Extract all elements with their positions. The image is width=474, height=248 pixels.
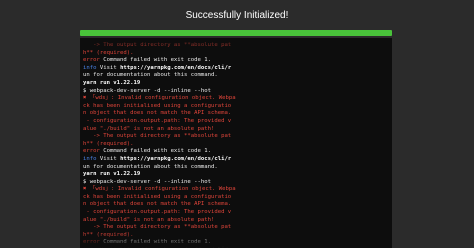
terminal-line: un for documentation about this command. [83,72,389,80]
terminal-line-segment: $ webpack-dev-server -d --inline --hot [83,87,211,94]
terminal-line: h** (required). [83,141,389,149]
terminal-line: ck has been initialised using a configur… [83,194,389,202]
terminal-output[interactable]: -> The output directory as **absolute pa… [80,38,392,248]
terminal-line-segment: Visit [96,155,121,162]
terminal-line: n object that does not match the API sch… [83,201,389,209]
terminal-line: alue "./build" is not an absolute path! [83,126,389,134]
terminal-line-segment: h** (required). [83,140,134,147]
terminal-line: -> The output directory as **absolute pa… [83,133,389,141]
terminal-line-segment: n object that does not match the API sch… [83,110,232,117]
terminal-line-segment: $ webpack-dev-server -d --inline --hot [83,178,211,185]
terminal-line-segment: ✖ 「wds」: Invalid configuration object. W… [83,95,236,102]
terminal-line: error Command failed with exit code 1. [83,239,389,247]
terminal-line-segment: Command failed with exit code 1. [99,148,211,155]
terminal-line-segment: - configuration.output.path: The provide… [83,209,232,216]
terminal-line: ✖ 「wds」: Invalid configuration object. W… [83,95,389,103]
terminal-line: - configuration.output.path: The provide… [83,118,389,126]
terminal-lines: -> The output directory as **absolute pa… [83,42,389,248]
terminal-line: yarn run v1.22.19 [83,80,389,88]
progress-bar [80,30,392,36]
terminal-line: error Command failed with exit code 1. [83,148,389,156]
terminal-line: h** (required). [83,50,389,58]
terminal-line-segment: info [83,64,97,71]
terminal-line-segment: Command failed with exit code 1. [99,57,211,64]
terminal-line-segment: -> The output directory as **absolute pa… [83,224,232,231]
terminal-line: error Command failed with exit code 1. [83,57,389,65]
terminal-line-segment: Command failed with exit code 1. [99,239,211,246]
terminal-line-segment: - configuration.output.path: The provide… [83,117,232,124]
terminal-line-segment: info [83,155,97,162]
terminal-line-segment: ck has been initialised using a configur… [83,193,232,200]
terminal-line: info Visit https://yarnpkg.com/en/docs/c… [83,156,389,164]
terminal-line: n object that does not match the API sch… [83,110,389,118]
terminal-line-segment: https://yarnpkg.com/en/docs/cli/r [120,155,232,162]
terminal-line-segment: error [83,148,100,155]
terminal-line: -> The output directory as **absolute pa… [83,42,389,50]
terminal-line-segment: https://yarnpkg.com/en/docs/cli/r [120,64,232,71]
terminal-line-segment: -> The output directory as **absolute pa… [83,133,232,140]
terminal-line-segment: error [83,239,100,246]
progress-bar-fill [80,30,392,36]
terminal-line-segment: ck has been initialised using a configur… [83,102,232,109]
terminal-line-segment: un for documentation about this command. [83,163,218,170]
terminal-line-segment: Visit [96,64,121,71]
terminal-line-segment: n object that does not match the API sch… [83,201,232,208]
terminal-line: -> The output directory as **absolute pa… [83,224,389,232]
terminal-line-segment: un for documentation about this command. [83,72,218,79]
terminal-line: h** (required). [83,232,389,240]
terminal-line-segment: ✖ 「wds」: Invalid configuration object. W… [83,186,236,193]
terminal-line: ck has been initialised using a configur… [83,103,389,111]
terminal-line-segment: -> The output directory as **absolute pa… [83,42,232,48]
terminal-line: - configuration.output.path: The provide… [83,209,389,217]
terminal-line: yarn run v1.22.19 [83,171,389,179]
page-title: Successfully Initialized! [185,10,289,21]
terminal-line-segment: yarn run v1.22.19 [83,79,141,86]
terminal-line-segment: h** (required). [83,231,134,238]
terminal-line-segment: alue "./build" is not an absolute path! [83,125,215,132]
terminal-line: un for documentation about this command. [83,164,389,172]
terminal-line: ✖ 「wds」: Invalid configuration object. W… [83,186,389,194]
terminal-line-segment: h** (required). [83,49,134,56]
terminal-line: alue "./build" is not an absolute path! [83,217,389,225]
terminal-line-segment: alue "./build" is not an absolute path! [83,216,215,223]
terminal-line-segment: error [83,57,100,64]
terminal-line-segment: yarn run v1.22.19 [83,171,141,178]
terminal-line: info Visit https://yarnpkg.com/en/docs/c… [83,65,389,73]
